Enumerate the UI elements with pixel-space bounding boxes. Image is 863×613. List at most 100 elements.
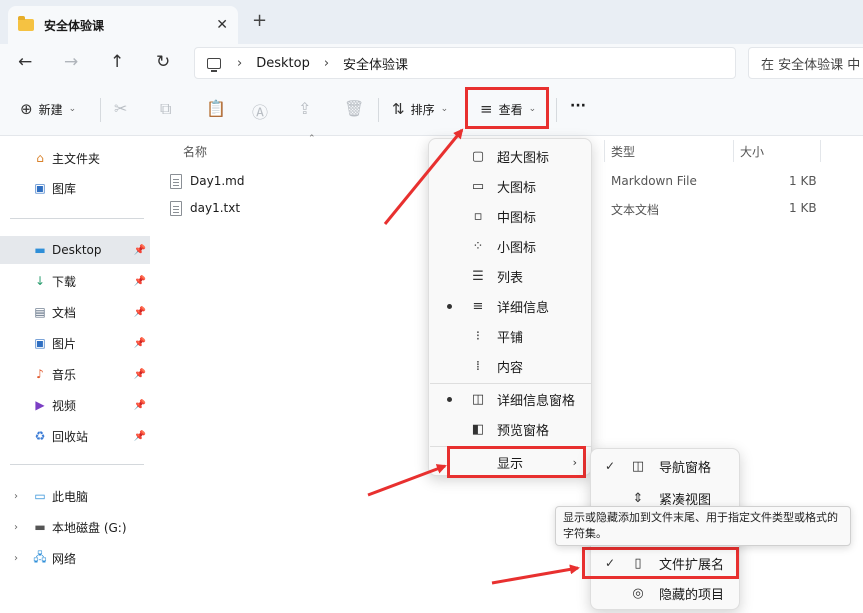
file-type: Markdown File: [611, 174, 697, 188]
selected-bullet-icon: [447, 397, 452, 402]
navigation-pane: ⌂ 主文件夹 ▣ 图库 ▬ Desktop 📌 ↓ 下载 📌 ▤ 文档 📌 ▣ …: [0, 137, 152, 613]
sidebar-item-videos[interactable]: ▶ 视频 📌: [0, 391, 150, 419]
sidebar-item-label: 下载: [52, 274, 77, 289]
copy-icon[interactable]: ⧉: [160, 99, 171, 119]
menu-item-label: 大图标: [497, 180, 537, 196]
checkmark-icon: ✓: [605, 459, 616, 473]
breadcrumb-separator: ›: [237, 55, 243, 71]
more-options-button[interactable]: ···: [570, 98, 586, 114]
sidebar-item-downloads[interactable]: ↓ 下载 📌: [0, 267, 150, 295]
submenu-item-navigation-pane[interactable]: ✓ ◫ 导航窗格: [591, 451, 741, 481]
sidebar-item-desktop[interactable]: ▬ Desktop 📌: [0, 236, 150, 264]
sort-button[interactable]: ⇅ 排序 ⌄: [392, 100, 448, 118]
new-button[interactable]: ⊕ 新建 ⌄: [20, 100, 76, 118]
divider: [556, 98, 557, 122]
sidebar-item-network[interactable]: › 🖧 网络: [0, 544, 150, 572]
pin-icon: 📌: [133, 337, 146, 349]
file-row[interactable]: day1.txt: [170, 197, 240, 219]
file-name: day1.txt: [190, 201, 241, 215]
menu-item-details-pane[interactable]: ◫ 详细信息窗格: [429, 384, 593, 414]
menu-item-medium-icons[interactable]: ▫ 中图标: [429, 201, 593, 231]
menu-item-label: 超大图标: [497, 150, 550, 166]
up-button[interactable]: ↑: [110, 52, 124, 72]
list-icon: ☰: [472, 268, 484, 284]
sidebar-item-pictures[interactable]: ▣ 图片 📌: [0, 329, 150, 357]
close-icon[interactable]: ✕: [216, 17, 228, 33]
music-icon: ♪: [36, 367, 44, 381]
back-button[interactable]: ←: [18, 52, 32, 72]
command-bar: ⊕ 新建 ⌄ ✂ ⧉ 📋 Ⓐ ⇪ 🗑 ⇅ 排序 ⌄ ≡ 查看 ⌄ ···: [0, 84, 863, 136]
tab-bar: 安全体验课 ✕ +: [0, 0, 863, 44]
address-row: ← → ↑ ↻ › Desktop › 安全体验课 在 安全体验课 中: [0, 44, 863, 84]
sidebar-item-documents[interactable]: ▤ 文档 📌: [0, 298, 150, 326]
chevron-down-icon: ⌄: [68, 104, 77, 114]
file-icon: [170, 200, 182, 216]
sidebar-item-label: 图片: [52, 336, 77, 351]
menu-item-large-icons[interactable]: ▭ 大图标: [429, 171, 593, 201]
sidebar-item-this-pc[interactable]: › ▭ 此电脑: [0, 482, 150, 510]
sort-button-label: 排序: [410, 102, 435, 117]
breadcrumb-current-folder[interactable]: 安全体验课: [343, 54, 408, 73]
column-header-size[interactable]: 大小: [740, 143, 764, 160]
search-input[interactable]: 在 安全体验课 中: [748, 47, 863, 79]
chevron-right-icon[interactable]: ›: [14, 491, 18, 502]
cut-icon[interactable]: ✂: [114, 99, 127, 118]
sidebar-item-recycle-bin[interactable]: ♻ 回收站 📌: [0, 422, 150, 450]
compact-view-icon: ⇕: [632, 490, 644, 506]
network-icon: 🖧: [33, 549, 47, 564]
column-header-name[interactable]: 名称: [183, 143, 207, 160]
menu-item-details[interactable]: ≡ 详细信息: [429, 291, 593, 321]
chevron-right-icon[interactable]: ›: [14, 553, 18, 564]
file-row[interactable]: Day1.md: [170, 170, 244, 192]
menu-item-label: 详细信息窗格: [497, 393, 576, 409]
submenu-item-hidden-items[interactable]: ◎ 隐藏的项目: [591, 578, 741, 608]
divider: [100, 98, 101, 122]
navigation-pane-icon: ◫: [631, 458, 645, 474]
new-tab-button[interactable]: +: [252, 10, 267, 31]
menu-item-label: 紧凑视图: [659, 492, 712, 508]
sidebar-item-local-disk[interactable]: › ▬ 本地磁盘 (G:): [0, 513, 150, 541]
divider: [378, 98, 379, 122]
address-bar[interactable]: › Desktop › 安全体验课: [194, 47, 736, 79]
pin-icon: 📌: [133, 368, 146, 380]
file-name: Day1.md: [190, 174, 245, 188]
menu-item-label: 中图标: [497, 210, 537, 226]
forward-button[interactable]: →: [64, 52, 78, 72]
menu-item-label: 隐藏的项目: [659, 587, 725, 603]
folder-icon: [18, 16, 34, 31]
small-icons-icon: ⁘: [472, 238, 484, 254]
menu-item-content[interactable]: ⁞ 内容: [429, 351, 593, 381]
sidebar-item-label: 音乐: [52, 367, 77, 382]
home-icon: ⌂: [36, 151, 44, 165]
column-header-type[interactable]: 类型: [611, 143, 635, 160]
sidebar-item-label: 网络: [52, 551, 77, 566]
tab-current[interactable]: 安全体验课 ✕: [8, 6, 238, 44]
download-icon: ↓: [34, 274, 46, 288]
menu-item-extra-large-icons[interactable]: ▢ 超大图标: [429, 141, 593, 171]
sidebar-item-home[interactable]: ⌂ 主文件夹: [0, 144, 150, 172]
delete-icon[interactable]: 🗑: [344, 99, 364, 118]
sidebar-item-music[interactable]: ♪ 音乐 📌: [0, 360, 150, 388]
chevron-right-icon[interactable]: ›: [14, 522, 18, 533]
paste-icon[interactable]: 📋: [206, 99, 226, 118]
menu-item-small-icons[interactable]: ⁘ 小图标: [429, 231, 593, 261]
menu-item-tiles[interactable]: ⁝ 平铺: [429, 321, 593, 351]
selected-bullet-icon: [447, 304, 452, 309]
content-icon: ⁞: [475, 358, 481, 374]
recycle-bin-icon: ♻: [34, 429, 46, 443]
file-extensions-highlight: [582, 547, 739, 579]
menu-item-preview-pane[interactable]: ◧ 预览窗格: [429, 414, 593, 444]
sidebar-item-gallery[interactable]: ▣ 图库: [0, 174, 150, 202]
preview-pane-icon: ◧: [471, 421, 485, 437]
breadcrumb-desktop[interactable]: Desktop: [256, 56, 310, 71]
rename-icon[interactable]: Ⓐ: [252, 99, 268, 123]
view-menu: ▢ 超大图标 ▭ 大图标 ▫ 中图标 ⁘ 小图标 ☰ 列表 ≡ 详细信息 ⁝ 平…: [428, 138, 592, 476]
refresh-button[interactable]: ↻: [156, 52, 170, 72]
computer-icon: [207, 57, 221, 72]
details-icon: ≡: [472, 298, 484, 314]
menu-item-list[interactable]: ☰ 列表: [429, 261, 593, 291]
share-icon[interactable]: ⇪: [298, 99, 311, 118]
pin-icon: 📌: [133, 430, 146, 442]
column-divider: [820, 140, 821, 162]
menu-item-label: 内容: [497, 360, 524, 376]
